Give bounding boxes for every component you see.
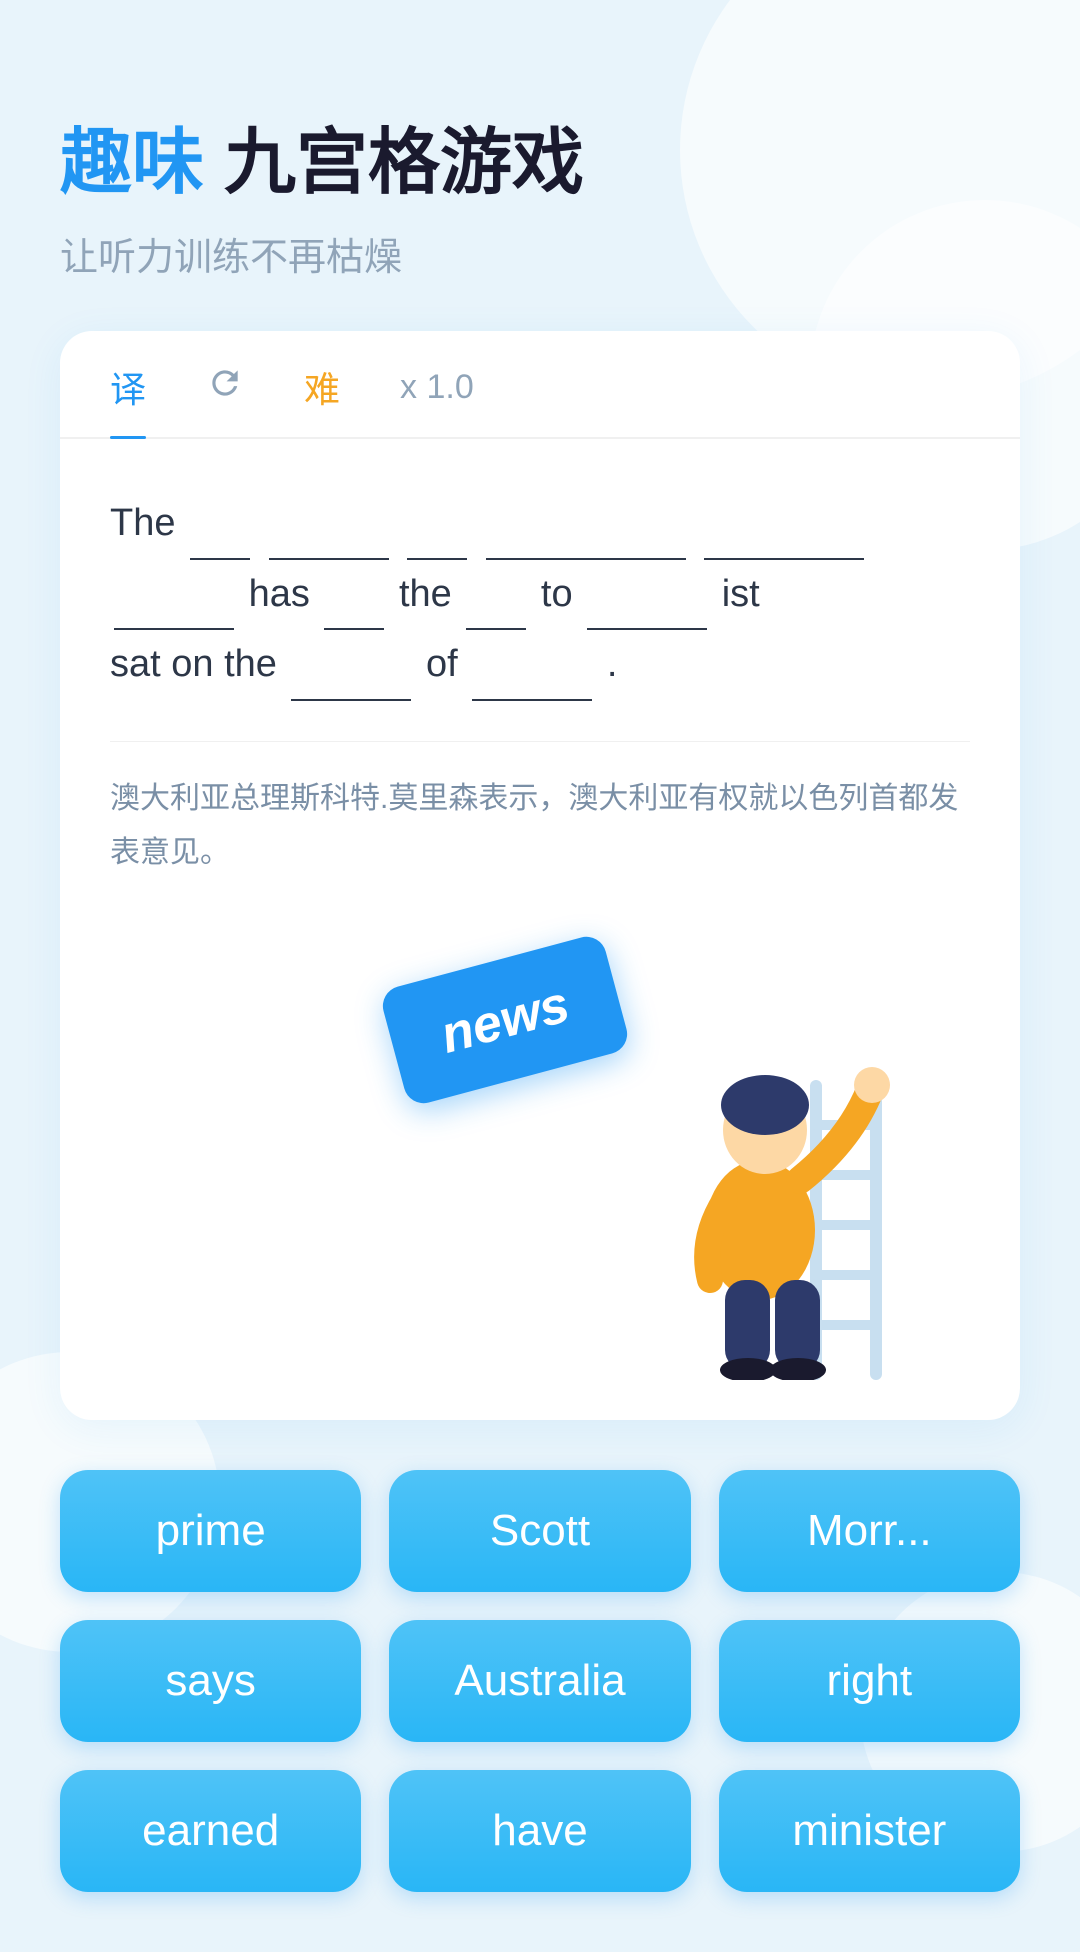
illustration-area: news (110, 900, 970, 1380)
word-the: The (110, 502, 186, 544)
word-btn-morrison[interactable]: Morr... (719, 1470, 1020, 1592)
blank-11 (472, 630, 592, 700)
word-btn-have[interactable]: have (389, 1770, 690, 1892)
sentence-area: The has the to ist (110, 489, 970, 700)
word-of: of (426, 643, 468, 685)
word-to: to (541, 573, 583, 615)
word-sat: sat on the (110, 643, 287, 685)
word-the2: the (399, 573, 462, 615)
blank-6 (114, 560, 234, 630)
blank-3 (407, 489, 467, 559)
blank-10 (291, 630, 411, 700)
title-accent: 趣味 (60, 123, 204, 203)
tab-difficulty[interactable]: 难 (304, 361, 340, 437)
blank-7 (324, 560, 384, 630)
blank-2 (269, 489, 389, 559)
word-btn-earned[interactable]: earned (60, 1770, 361, 1892)
tab-speed[interactable]: x 1.0 (400, 368, 474, 431)
blank-9 (587, 560, 707, 630)
translation-text: 澳大利亚总理斯科特.莫里森表示，澳大利亚有权就以色列首都发表意见。 (110, 741, 970, 880)
tab-translate[interactable]: 译 (110, 361, 146, 437)
blank-4 (486, 489, 686, 559)
blank-5 (704, 489, 864, 559)
word-period: . (607, 643, 618, 685)
page-title: 趣味 九宫格游戏 (60, 120, 1020, 206)
word-btn-minister[interactable]: minister (719, 1770, 1020, 1892)
word-btn-right[interactable]: right (719, 1620, 1020, 1742)
main-card: 译 难 x 1.0 The has (60, 331, 1020, 1419)
word-btn-scott[interactable]: Scott (389, 1470, 690, 1592)
word-btn-prime[interactable]: prime (60, 1470, 361, 1592)
word-btn-says[interactable]: says (60, 1620, 361, 1742)
blank-1 (190, 489, 250, 559)
card-body: The has the to ist (60, 439, 1020, 1419)
word-ist: ist (722, 573, 760, 615)
person-illustration (570, 920, 910, 1380)
blank-8 (466, 560, 526, 630)
word-btn-australia[interactable]: Australia (389, 1620, 690, 1742)
page-header: 趣味 九宫格游戏 让听力训练不再枯燥 (60, 120, 1020, 281)
tab-refresh[interactable] (206, 364, 244, 435)
word-has: has (249, 573, 321, 615)
word-grid: prime Scott Morr... says Australia right… (60, 1470, 1020, 1892)
page-subtitle: 让听力训练不再枯燥 (60, 226, 1020, 281)
tab-bar: 译 难 x 1.0 (60, 331, 1020, 439)
